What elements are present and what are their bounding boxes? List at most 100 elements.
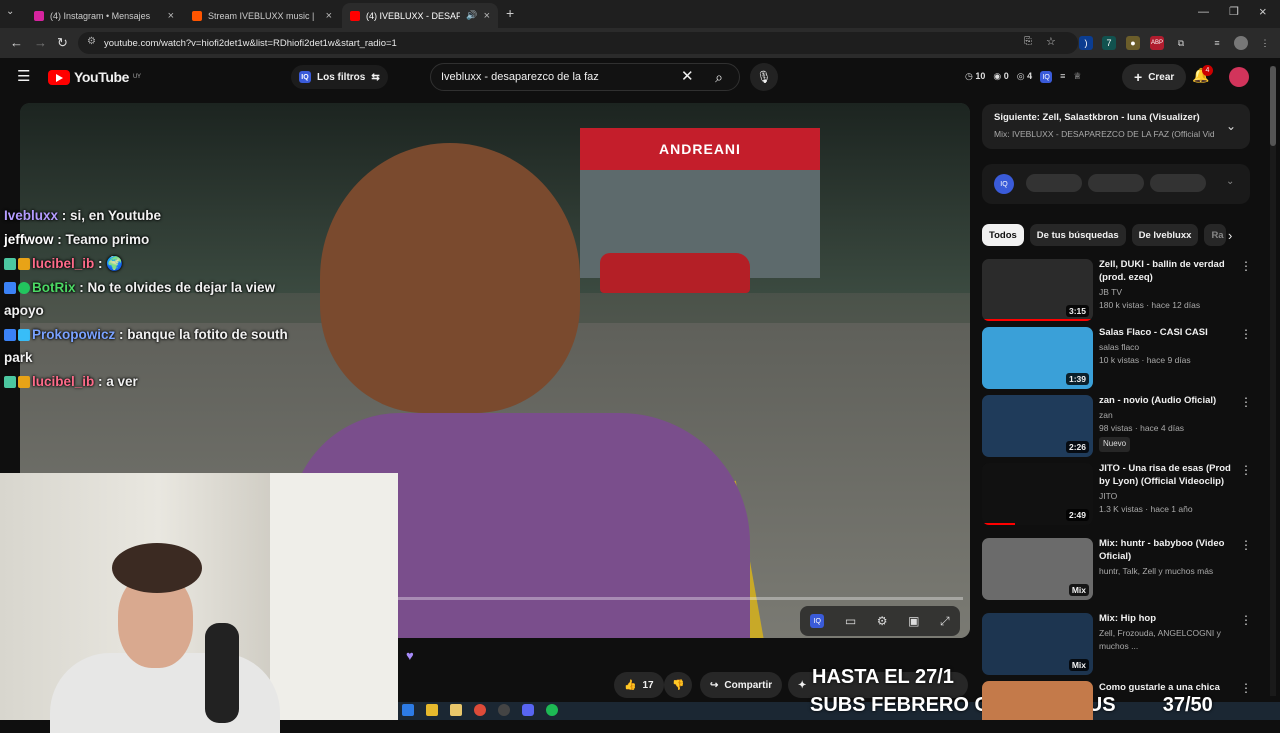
extension-icon[interactable]: ) bbox=[1079, 36, 1093, 50]
back-icon[interactable]: ← bbox=[10, 35, 23, 50]
video-thumbnail[interactable]: 2:49 bbox=[982, 463, 1093, 525]
extension-pill[interactable] bbox=[1088, 174, 1144, 192]
video-title[interactable]: Mix: huntr - babyboo (Video Oficial) bbox=[1099, 538, 1233, 564]
recommendation-item[interactable]: 1:39 Salas Flaco - CASI CASI salas flaco… bbox=[982, 327, 1252, 391]
chip-from-ivebluxx[interactable]: De Ivebluxx bbox=[1131, 224, 1199, 246]
close-icon[interactable]: × bbox=[484, 10, 490, 22]
site-info-icon[interactable]: ⚙ bbox=[87, 36, 96, 47]
video-title[interactable]: JITO - Una risa de esas (Prod by Lyon) (… bbox=[1099, 463, 1233, 489]
audio-icon[interactable]: 🔊 bbox=[466, 10, 477, 21]
video-progress-bar[interactable] bbox=[398, 597, 963, 600]
app-icon[interactable] bbox=[426, 704, 438, 716]
video-title[interactable]: Como gustarle a una chica bbox=[1099, 682, 1233, 695]
like-button[interactable]: 👍 17 bbox=[614, 672, 664, 698]
more-options-icon[interactable]: ⋮ bbox=[1240, 681, 1250, 695]
trophy-icon[interactable]: ♕ bbox=[1073, 71, 1081, 83]
minimize-icon[interactable]: — bbox=[1198, 6, 1209, 18]
tab-soundcloud[interactable]: Stream IVEBLUXX music | Listen × bbox=[184, 3, 340, 28]
search-icon[interactable]: ⌕ bbox=[702, 63, 736, 91]
adblock-icon[interactable]: ABP bbox=[1150, 36, 1164, 50]
video-title[interactable]: Salas Flaco - CASI CASI bbox=[1099, 327, 1233, 340]
hamburger-menu-icon[interactable]: ☰ bbox=[17, 67, 30, 85]
recommendation-item[interactable]: 2:26 zan - novio (Audio Oficial) zan 98 v… bbox=[982, 395, 1252, 459]
new-tab-button[interactable]: + bbox=[506, 5, 514, 21]
scrollbar-thumb[interactable] bbox=[1270, 66, 1276, 146]
tab-instagram[interactable]: (4) Instagram • Mensajes × bbox=[26, 3, 182, 28]
subtitles-icon[interactable]: ▭ bbox=[845, 614, 856, 628]
iq-icon[interactable]: IQ bbox=[1040, 71, 1053, 83]
recommendation-item[interactable]: Mix Mix: Hip hop Zell, Frozouda, ANGELCO… bbox=[982, 613, 1252, 677]
app-icon[interactable] bbox=[498, 704, 510, 716]
video-thumbnail[interactable] bbox=[982, 681, 1093, 720]
dislike-button[interactable]: 👎 bbox=[664, 672, 693, 698]
folder-icon[interactable] bbox=[450, 704, 462, 716]
extension-pill[interactable] bbox=[1026, 174, 1082, 192]
tab-youtube[interactable]: (4) IVEBLUXX - DESAPAREZ 🔊 × bbox=[342, 3, 498, 28]
more-options-icon[interactable]: ⋮ bbox=[1240, 327, 1252, 341]
close-window-icon[interactable]: × bbox=[1259, 4, 1267, 19]
video-thumbnail[interactable]: Mix bbox=[982, 538, 1093, 600]
recommendation-item[interactable]: 3:15 Zell, DUKI - ballin de verdad (prod… bbox=[982, 259, 1252, 323]
menu-dots-icon[interactable]: ⋮ bbox=[1258, 36, 1272, 50]
reading-list-icon[interactable]: ≡ bbox=[1210, 36, 1224, 50]
iq-icon[interactable]: IQ bbox=[810, 614, 825, 628]
video-thumbnail[interactable]: Mix bbox=[982, 613, 1093, 675]
recommendation-item[interactable]: Como gustarle a una chica ⋮ bbox=[982, 681, 1250, 720]
mic-icon[interactable]: 🎙 bbox=[750, 63, 778, 91]
close-icon[interactable]: × bbox=[168, 10, 174, 22]
video-thumbnail[interactable]: 1:39 bbox=[982, 327, 1093, 389]
more-options-icon[interactable]: ⋮ bbox=[1240, 463, 1252, 477]
forward-icon[interactable]: → bbox=[34, 35, 47, 50]
chrome-icon[interactable] bbox=[474, 704, 486, 716]
extensions-puzzle-icon[interactable]: ⧉ bbox=[1174, 36, 1188, 50]
spotify-icon[interactable] bbox=[546, 704, 558, 716]
video-title[interactable]: zan - novio (Audio Oficial) bbox=[1099, 395, 1233, 408]
address-bar-row: ← → ↻ ⚙ youtube.com/watch?v=hiofi2det1w&… bbox=[0, 28, 1280, 58]
video-thumbnail[interactable]: 3:15 bbox=[982, 259, 1093, 321]
chevron-down-icon[interactable]: ⌄ bbox=[1226, 176, 1234, 187]
fullscreen-icon[interactable]: ⤢ bbox=[940, 614, 950, 629]
url-text: youtube.com/watch?v=hiofi2det1w&list=RDh… bbox=[104, 37, 397, 49]
up-next-panel[interactable]: Siguiente: Zell, Salastkbron - luna (Vis… bbox=[982, 104, 1250, 149]
bookmark-star-icon[interactable]: ☆ bbox=[1046, 35, 1056, 48]
video-meta: zan 98 vistas · hace 4 días Nuevo bbox=[1099, 409, 1233, 452]
close-icon[interactable]: × bbox=[326, 10, 332, 22]
scrollbar-track[interactable] bbox=[1270, 66, 1276, 696]
app-icon[interactable] bbox=[402, 704, 414, 716]
clear-search-icon[interactable]: ✕ bbox=[681, 67, 694, 85]
install-icon[interactable]: ⎘ bbox=[1024, 36, 1032, 47]
theater-mode-icon[interactable]: ▣ bbox=[908, 614, 919, 628]
chevron-right-icon[interactable]: › bbox=[1228, 228, 1232, 243]
extension-icon[interactable]: 7 bbox=[1102, 36, 1116, 50]
share-button[interactable]: ↪ Compartir bbox=[700, 672, 783, 698]
video-thumbnail[interactable]: 2:26 bbox=[982, 395, 1093, 457]
discord-icon[interactable] bbox=[522, 704, 534, 716]
url-field[interactable]: ⚙ youtube.com/watch?v=hiofi2det1w&list=R… bbox=[78, 32, 1078, 54]
list-icon[interactable]: ≡ bbox=[1060, 71, 1065, 83]
mod-badge-icon bbox=[4, 282, 16, 295]
more-options-icon[interactable]: ⋮ bbox=[1240, 538, 1252, 552]
profile-avatar[interactable] bbox=[1234, 36, 1248, 50]
chevron-down-icon[interactable]: ⌄ bbox=[1226, 119, 1236, 133]
chip-more[interactable]: Ra bbox=[1204, 224, 1227, 246]
create-button[interactable]: + Crear bbox=[1122, 64, 1187, 90]
restore-icon[interactable]: ❐ bbox=[1229, 5, 1239, 18]
iq-icon[interactable]: IQ bbox=[994, 174, 1014, 194]
recommendation-item[interactable]: 2:49 JITO - Una risa de esas (Prod by Ly… bbox=[982, 463, 1252, 527]
chip-from-searches[interactable]: De tus búsquedas bbox=[1029, 224, 1126, 246]
reload-icon[interactable]: ↻ bbox=[57, 35, 68, 51]
filters-button[interactable]: IQ Los filtros ⇆ bbox=[291, 65, 388, 89]
extension-icon[interactable]: ● bbox=[1126, 36, 1140, 50]
recommendation-item[interactable]: Mix Mix: huntr - babyboo (Video Oficial)… bbox=[982, 538, 1252, 602]
settings-gear-icon[interactable]: ⚙ bbox=[877, 614, 888, 628]
chip-all[interactable]: Todos bbox=[982, 224, 1024, 246]
more-options-icon[interactable]: ⋮ bbox=[1240, 259, 1252, 273]
youtube-logo[interactable]: YouTube UY bbox=[48, 69, 141, 85]
more-options-icon[interactable]: ⋮ bbox=[1240, 395, 1252, 409]
tab-list-icon[interactable]: ⌄ bbox=[6, 6, 14, 17]
video-title[interactable]: Zell, DUKI - ballin de verdad (prod. eze… bbox=[1099, 259, 1233, 285]
extension-pill[interactable] bbox=[1150, 174, 1206, 192]
more-options-icon[interactable]: ⋮ bbox=[1240, 613, 1252, 627]
video-title[interactable]: Mix: Hip hop bbox=[1099, 613, 1233, 626]
avatar[interactable] bbox=[1229, 67, 1249, 87]
